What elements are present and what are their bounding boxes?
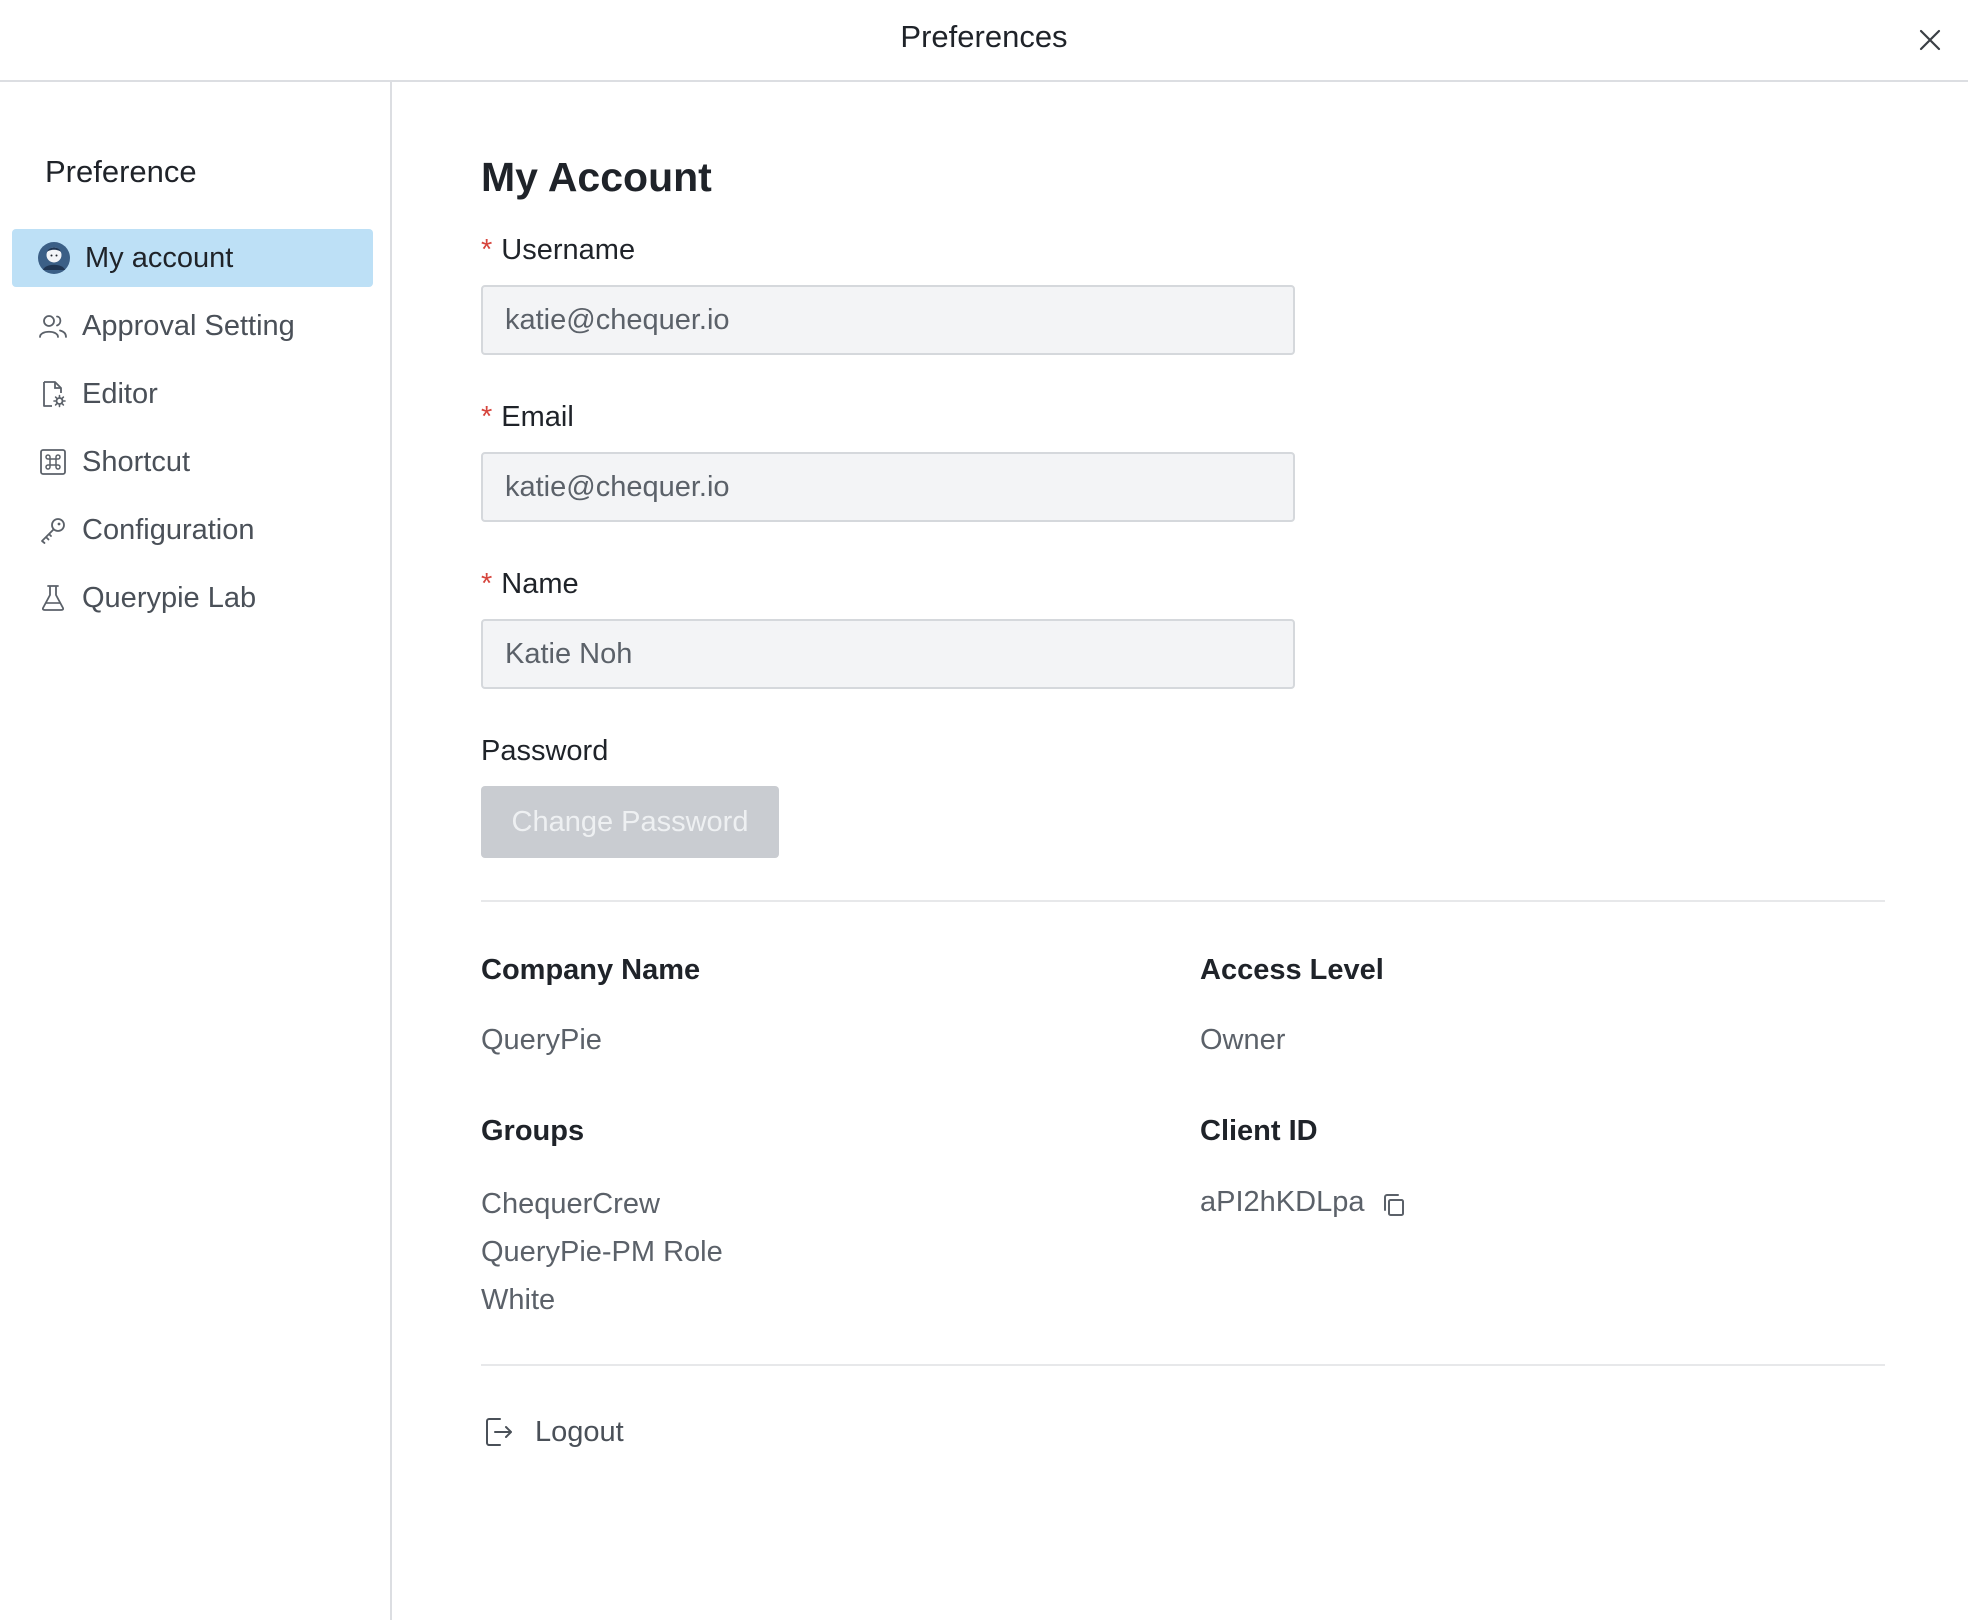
group-item: QueryPie-PM Role	[481, 1236, 723, 1268]
username-label-text: Username	[501, 234, 636, 266]
sidebar-title: Preference	[45, 154, 197, 189]
logout-icon	[481, 1414, 517, 1450]
sidebar-item-editor[interactable]: Editor	[12, 365, 373, 423]
window-title: Preferences	[900, 19, 1068, 54]
email-label-text: Email	[501, 401, 574, 433]
sidebar-item-my-account[interactable]: My account	[12, 229, 373, 287]
username-field[interactable]	[481, 285, 1295, 355]
sidebar-item-label: Approval Setting	[82, 309, 295, 342]
username-label: * Username	[481, 234, 635, 267]
name-label: * Name	[481, 568, 579, 601]
sidebar-item-shortcut[interactable]: Shortcut	[12, 433, 373, 491]
name-field[interactable]	[481, 619, 1295, 689]
avatar-icon	[37, 241, 71, 275]
close-icon	[1919, 29, 1941, 51]
group-item: ChequerCrew	[481, 1188, 660, 1220]
sidebar-item-querypie-lab[interactable]: Querypie Lab	[12, 569, 373, 627]
window-header: Preferences	[0, 0, 1968, 82]
logout-label: Logout	[535, 1415, 624, 1448]
required-marker: *	[481, 401, 493, 433]
sidebar-nav: My account Approval Setting Editor Short…	[12, 229, 373, 637]
groups-label: Groups	[481, 1115, 585, 1147]
command-key-icon	[38, 447, 68, 477]
section-divider	[481, 1364, 1885, 1366]
group-item: White	[481, 1284, 556, 1316]
client-id-label: Client ID	[1200, 1115, 1318, 1147]
key-icon	[38, 515, 68, 545]
required-marker: *	[481, 234, 493, 266]
preferences-window: Preferences Preference My account Approv…	[0, 0, 1968, 1620]
sidebar-item-approval-setting[interactable]: Approval Setting	[12, 297, 373, 355]
section-divider	[481, 900, 1885, 902]
required-marker: *	[481, 568, 493, 600]
sidebar-item-label: Shortcut	[82, 445, 190, 478]
access-level-label: Access Level	[1200, 954, 1384, 986]
sidebar-item-label: Editor	[82, 377, 158, 410]
access-level-value: Owner	[1200, 1024, 1286, 1056]
sidebar-item-configuration[interactable]: Configuration	[12, 501, 373, 559]
change-password-button[interactable]: Change Password	[481, 786, 779, 858]
name-label-text: Name	[501, 568, 579, 600]
groups-list: ChequerCrew QueryPie-PM Role White	[481, 1180, 723, 1324]
company-name-label: Company Name	[481, 954, 701, 986]
copy-icon[interactable]	[1380, 1190, 1410, 1220]
password-label: Password	[481, 735, 609, 767]
page-title: My Account	[481, 154, 712, 200]
sidebar: Preference My account Approval Setting E…	[0, 82, 392, 1620]
close-button[interactable]	[1910, 20, 1950, 60]
flask-icon	[38, 583, 68, 613]
email-label: * Email	[481, 401, 574, 434]
sidebar-item-label: Querypie Lab	[82, 581, 257, 614]
logout-button[interactable]: Logout	[481, 1410, 624, 1454]
users-icon	[38, 311, 68, 341]
email-field[interactable]	[481, 452, 1295, 522]
sidebar-item-label: My account	[85, 241, 234, 274]
main-content: My Account *Username *Email *Name Passwo…	[392, 82, 1968, 1620]
company-name-value: QueryPie	[481, 1024, 602, 1056]
client-id-value: aPI2hKDLpa	[1200, 1186, 1365, 1218]
file-settings-icon	[38, 379, 68, 409]
sidebar-item-label: Configuration	[82, 513, 255, 546]
